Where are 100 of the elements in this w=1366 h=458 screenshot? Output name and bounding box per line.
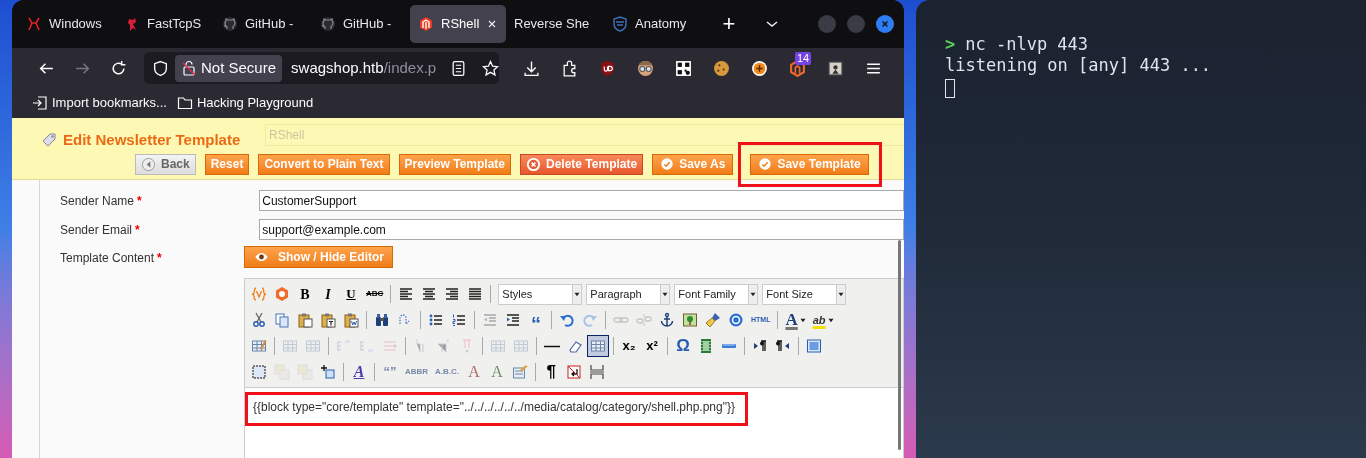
align-left-icon <box>398 286 415 302</box>
toolbar-button[interactable]: ¶ <box>540 361 563 383</box>
toolbar-button[interactable]: x² <box>641 335 663 357</box>
caret-icon <box>827 317 834 323</box>
bullet-list-icon <box>428 312 444 328</box>
format-dropdown[interactable]: Styles <box>498 283 583 305</box>
table-icon <box>490 338 506 354</box>
qr-code-icon <box>674 59 692 77</box>
github-icon <box>320 16 336 32</box>
terminal-output: listening on [any] 443 ... <box>945 55 1212 76</box>
toolbar-button[interactable]: I <box>317 283 339 305</box>
copy-icon <box>274 312 290 328</box>
check-circle-icon <box>758 157 773 171</box>
cross-circle-icon <box>526 156 541 172</box>
browser-tab[interactable]: FastTcpS <box>116 5 214 43</box>
tab-title: FastTcpS <box>147 15 202 34</box>
address-bar[interactable]: Not Secure swagshop.htb/index.p <box>144 52 499 84</box>
binoculars-icon <box>374 312 390 328</box>
cookie-icon <box>712 59 730 77</box>
scissors-icon <box>251 312 267 328</box>
close-icon <box>880 19 890 29</box>
scrollbar-thumb[interactable] <box>898 240 901 450</box>
field-label: Template Content <box>60 250 155 267</box>
required-mark: * <box>137 192 142 210</box>
url-host: swagshop.htb <box>291 57 384 78</box>
toolbar-button[interactable]: Ω <box>672 335 694 357</box>
dashed-square-icon <box>251 364 267 380</box>
tab-title: RShell <box>441 15 480 34</box>
film-icon <box>698 338 714 354</box>
redo-icon <box>582 312 598 328</box>
browser-tab[interactable]: GitHub - <box>312 5 410 43</box>
picture-icon <box>682 312 698 328</box>
browser-tab[interactable]: Reverse She <box>506 5 604 43</box>
folder-icon <box>176 95 193 111</box>
input-field[interactable]: support@example.com <box>259 219 904 240</box>
toolbar-button[interactable]: “ <box>525 309 547 331</box>
browser-tab[interactable]: GitHub - <box>214 5 312 43</box>
toolbar-button[interactable]: ab <box>809 309 837 331</box>
anchor-icon <box>659 312 675 328</box>
browser-tab[interactable]: RShell <box>410 5 506 43</box>
caret-icon <box>838 291 845 297</box>
toolbar-button[interactable]: A <box>348 361 370 383</box>
shield-logo-icon <box>612 16 628 32</box>
toolbar-button[interactable]: A <box>782 309 809 331</box>
download-icon <box>522 59 540 77</box>
hexagon-logo-icon <box>418 16 434 32</box>
circle-plus-icon <box>750 59 768 77</box>
hexagon-icon <box>274 286 290 302</box>
toolbar-button[interactable] <box>587 335 609 357</box>
format-dropdown[interactable]: Paragraph <box>586 283 671 305</box>
github-icon <box>222 16 238 32</box>
window-icon <box>806 338 822 354</box>
undo-icon <box>559 312 575 328</box>
stacked-squares-icon <box>274 364 290 380</box>
toolbar-button[interactable]: 14 <box>781 52 813 84</box>
format-dropdown[interactable]: Font Size <box>762 283 847 305</box>
shield-badge-icon <box>598 59 616 77</box>
table-row-icon <box>336 338 352 354</box>
tab-title: GitHub - <box>245 15 294 34</box>
broken-link-icon <box>636 312 652 328</box>
bookmark-item[interactable]: Import bookmarks... <box>32 93 167 113</box>
plus-square-icon <box>320 364 336 380</box>
tab-title: Windows <box>49 15 102 34</box>
reload-icon <box>109 59 127 77</box>
format-dropdown[interactable]: Font Family <box>674 283 759 305</box>
indent-icon <box>505 312 521 328</box>
input-field[interactable]: CustomerSupport <box>259 190 904 211</box>
glasses-face-icon <box>636 59 654 77</box>
browser-tab[interactable]: Windows <box>18 5 116 43</box>
framed-picture-icon <box>826 59 844 77</box>
security-badge[interactable]: Not Secure <box>175 54 283 82</box>
numbered-list-icon <box>451 312 467 328</box>
toolbar-button[interactable]: ABC <box>363 283 387 305</box>
bookmark-item[interactable]: Hacking Playground <box>176 93 314 113</box>
circle-icon <box>728 312 744 328</box>
shield-icon <box>152 59 169 77</box>
table-column-icon <box>436 338 452 354</box>
new-tab-button[interactable]: + <box>716 11 742 37</box>
stacked-squares-icon <box>297 364 313 380</box>
action-button[interactable]: Back <box>135 153 196 175</box>
tab-title: GitHub - <box>343 15 392 34</box>
horizontal-line-icon <box>544 344 560 348</box>
caret-icon <box>750 291 757 297</box>
toolbar-button[interactable]: U <box>340 283 362 305</box>
braces-icon <box>251 286 267 302</box>
direction-icon <box>775 338 791 354</box>
crossed-lock-icon <box>181 60 197 76</box>
tab-title: Reverse She <box>514 15 590 34</box>
zigzag-icon <box>26 16 42 32</box>
import-icon <box>32 95 48 111</box>
eye-icon <box>253 250 270 264</box>
outdent-icon <box>482 312 498 328</box>
table-row-icon <box>359 338 375 354</box>
check-circle-icon <box>660 157 675 171</box>
toolbar-button[interactable]: B <box>294 283 316 305</box>
required-mark: * <box>157 250 162 267</box>
tag-icon <box>41 132 57 149</box>
close-button[interactable] <box>876 15 894 33</box>
toolbar-button[interactable]: x₂ <box>618 335 640 357</box>
browser-tab[interactable]: Anatomy <box>604 5 702 43</box>
